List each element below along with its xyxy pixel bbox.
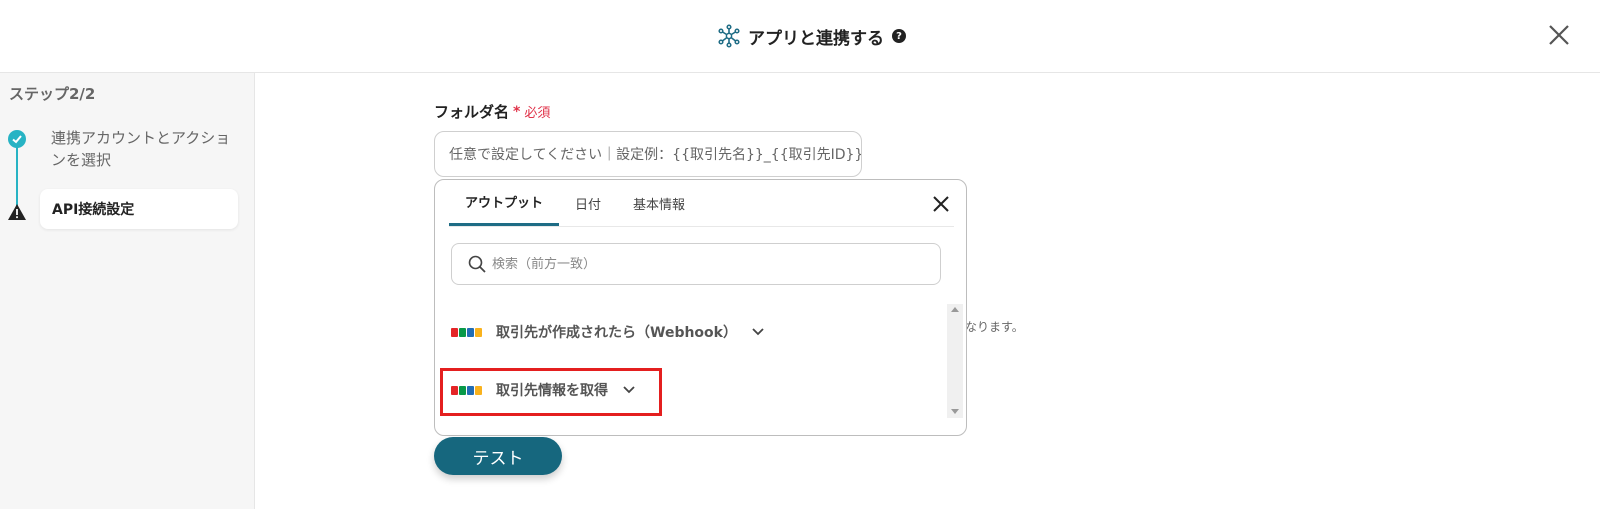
folder-name-label-text: フォルダ名 xyxy=(434,103,510,121)
step-sidebar: ステップ2/2 連携アカウントとアクションを選択 API接続設定 xyxy=(0,73,255,509)
hint-text: なります。 xyxy=(965,320,1024,334)
picker-tabs: アウトプット 日付 基本情報 xyxy=(449,180,701,226)
app-integration-icon xyxy=(718,24,740,48)
header-title: アプリと連携する ? xyxy=(718,21,906,51)
warning-icon xyxy=(8,204,26,220)
step-connector xyxy=(16,143,18,211)
check-circle-icon xyxy=(8,130,26,148)
scroll-down-arrow-icon[interactable] xyxy=(951,409,959,414)
step-1-label[interactable]: 連携アカウントとアクションを選択 xyxy=(51,127,231,171)
tabs-divider xyxy=(449,226,954,227)
list-item-label: 取引先が作成されたら（Webhook） xyxy=(496,325,737,341)
test-button[interactable]: テスト xyxy=(434,437,562,475)
highlight-box xyxy=(440,368,662,416)
chevron-down-icon xyxy=(752,328,764,336)
tab-basic-info[interactable]: 基本情報 xyxy=(617,180,701,226)
search-icon xyxy=(468,255,486,273)
popup-close-icon[interactable] xyxy=(931,194,951,214)
step-counter: ステップ2/2 xyxy=(9,85,96,103)
popup-scrollbar[interactable] xyxy=(947,304,963,418)
scroll-up-arrow-icon[interactable] xyxy=(951,307,959,312)
required-mark: * xyxy=(513,103,521,120)
search-input[interactable] xyxy=(492,256,912,272)
tab-output[interactable]: アウトプット xyxy=(449,180,560,226)
close-icon[interactable] xyxy=(1546,22,1572,48)
required-text: 必須 xyxy=(524,106,551,121)
variable-picker-popup: アウトプット 日付 基本情報 取引先が作成されたら（Webhook） 取引先情報… xyxy=(434,179,967,436)
help-icon[interactable]: ? xyxy=(892,29,906,43)
search-box xyxy=(451,243,941,285)
step-2-label: API接続設定 xyxy=(52,202,135,218)
list-item-webhook[interactable]: 取引先が作成されたら（Webhook） xyxy=(451,312,765,352)
modal-header: アプリと連携する ? xyxy=(0,0,1600,73)
step-2-card[interactable]: API接続設定 xyxy=(40,189,238,229)
zoho-logo-icon xyxy=(451,327,482,337)
tab-date[interactable]: 日付 xyxy=(559,180,617,226)
folder-name-input[interactable]: 任意で設定してください｜設定例：{{取引先名}}_{{取引先ID}} xyxy=(434,131,862,177)
folder-name-label: フォルダ名 * 必須 xyxy=(434,101,550,122)
header-title-text: アプリと連携する xyxy=(748,28,884,49)
